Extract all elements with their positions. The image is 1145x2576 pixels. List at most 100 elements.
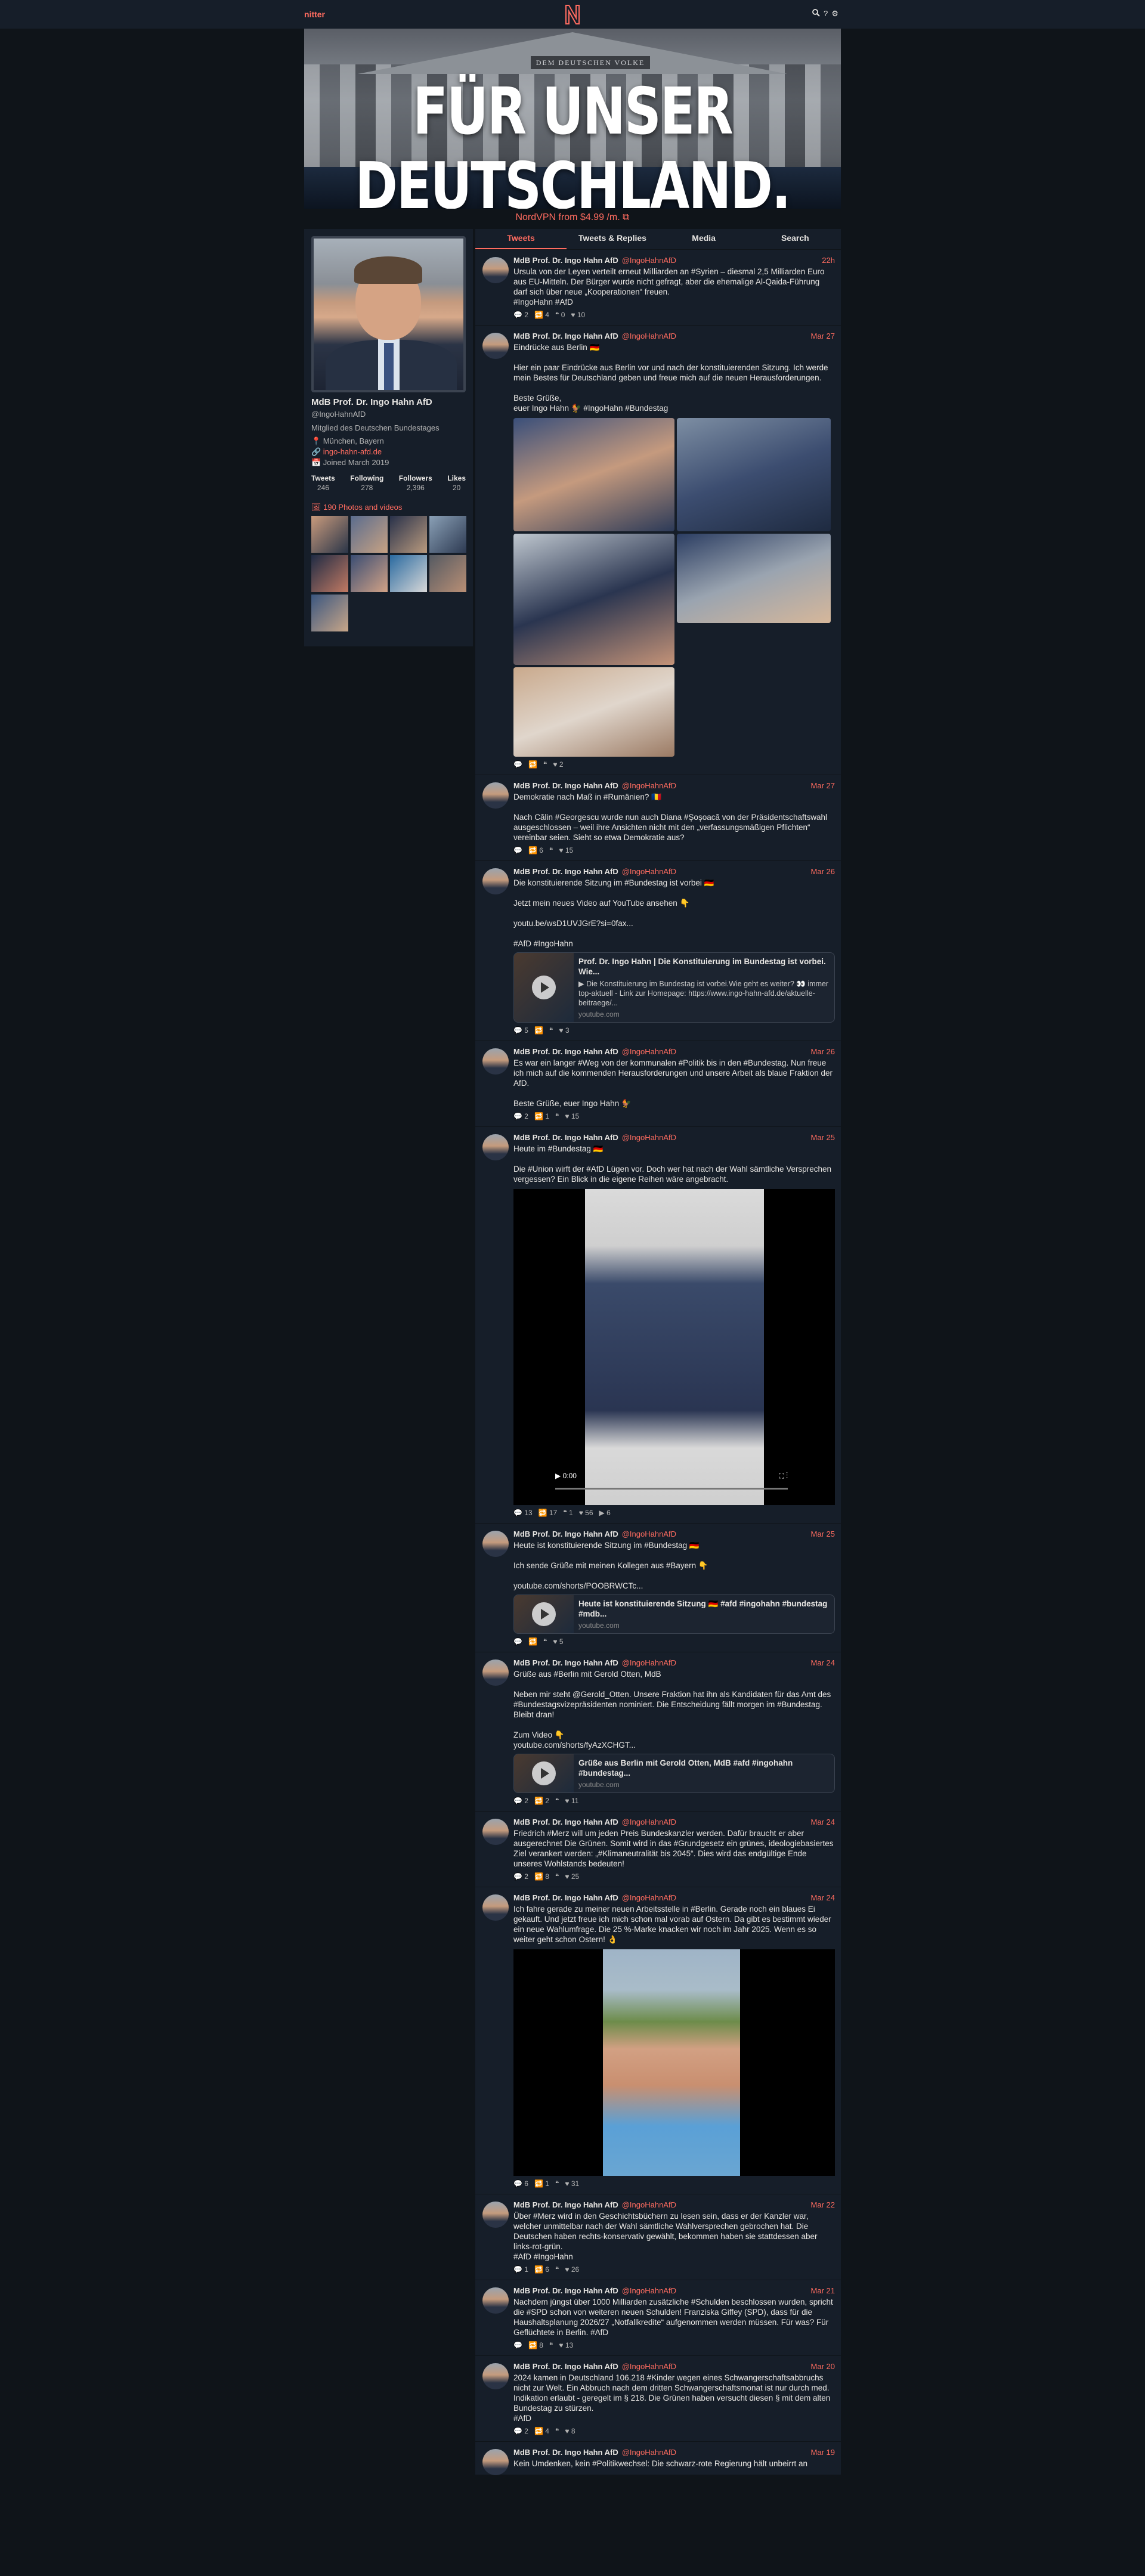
tweet-image[interactable]: [513, 667, 674, 757]
tweet-stat[interactable]: ❝: [543, 1637, 547, 1646]
tweet-stat[interactable]: 💬 1: [513, 2265, 528, 2274]
tweet-stat[interactable]: ❝: [555, 1112, 559, 1120]
tweet-stat[interactable]: ❝ 1: [563, 1509, 572, 1517]
tweet-image[interactable]: [513, 418, 674, 531]
tweet-stat[interactable]: ♥ 25: [565, 1872, 579, 1881]
tweet-stat[interactable]: ❝: [549, 846, 553, 854]
tweet[interactable]: MdB Prof. Dr. Ingo Hahn AfD @IngoHahnAfD M…: [475, 2280, 841, 2355]
tweet-stat[interactable]: ❝: [555, 1797, 559, 1805]
tweet-stat[interactable]: 🔁 1: [534, 1112, 549, 1120]
tweet-stat[interactable]: 🔁: [528, 760, 537, 769]
stat-following[interactable]: Following 278: [350, 474, 383, 492]
tweet-stat[interactable]: 💬: [513, 760, 522, 769]
tweet-stat[interactable]: 🔁 8: [534, 1872, 549, 1881]
media-thumb[interactable]: [390, 516, 427, 553]
tweet-stat[interactable]: 🔁 1: [534, 2179, 549, 2188]
tweet-date[interactable]: Mar 24: [811, 1658, 835, 1668]
play-icon[interactable]: [532, 1602, 556, 1626]
media-thumb[interactable]: [311, 595, 348, 631]
photos-videos-link[interactable]: 🖼 190 Photos and videos: [311, 503, 466, 512]
tweet-stat[interactable]: 🔁 6: [528, 846, 543, 854]
tweet-date[interactable]: Mar 20: [811, 2362, 835, 2371]
stat-tweets[interactable]: Tweets 246: [311, 474, 335, 492]
tweet-stat[interactable]: 💬 2: [513, 1872, 528, 1881]
play-icon[interactable]: [532, 976, 556, 999]
tweet-stat[interactable]: 💬 13: [513, 1509, 533, 1517]
tweet-stat[interactable]: ♥ 26: [565, 2265, 579, 2274]
play-icon[interactable]: ▶: [555, 1472, 563, 1480]
tweet-stat[interactable]: ♥ 11: [565, 1797, 578, 1805]
stat-likes[interactable]: Likes 20: [447, 474, 466, 492]
tweet-stat[interactable]: ♥ 15: [565, 1112, 579, 1120]
tweet-stat[interactable]: 🔁 2: [534, 1797, 549, 1805]
tweet-avatar[interactable]: [482, 1819, 509, 1845]
media-thumb[interactable]: [390, 555, 427, 592]
profile-website[interactable]: 🔗 ingo-hahn-afd.de: [311, 447, 466, 457]
tweet-avatar[interactable]: [482, 333, 509, 359]
tweet-fullname[interactable]: MdB Prof. Dr. Ingo Hahn AfD: [513, 2362, 618, 2371]
card-title[interactable]: Grüße aus Berlin mit Gerold Otten, MdB #…: [578, 1758, 830, 1778]
profile-avatar[interactable]: [311, 236, 466, 392]
help-icon[interactable]: ?: [824, 9, 828, 18]
media-thumb[interactable]: [311, 555, 348, 592]
nitter-logo-icon[interactable]: [563, 4, 582, 25]
tweet-fullname[interactable]: MdB Prof. Dr. Ingo Hahn AfD: [513, 781, 618, 791]
tweet-stat[interactable]: ▶ 6: [599, 1509, 611, 1517]
tweet-stat[interactable]: 💬: [513, 846, 522, 854]
tweet-date[interactable]: Mar 19: [811, 2448, 835, 2457]
tweet-avatar[interactable]: [482, 1048, 509, 1075]
tweet[interactable]: MdB Prof. Dr. Ingo Hahn AfD @IngoHahnAfD M…: [475, 1523, 841, 1652]
tweet-stat[interactable]: ♥ 15: [559, 846, 573, 854]
tweet[interactable]: MdB Prof. Dr. Ingo Hahn AfD @IngoHahnAfD M…: [475, 1652, 841, 1811]
tweet-stat[interactable]: ❝ 0: [555, 311, 565, 319]
tweet-username[interactable]: @IngoHahnAfD: [622, 2286, 676, 2296]
tweet-fullname[interactable]: MdB Prof. Dr. Ingo Hahn AfD: [513, 1818, 618, 1827]
tweet-image[interactable]: [677, 534, 831, 623]
card-title[interactable]: Heute ist konstituierende Sitzung 🇩🇪 #af…: [578, 1599, 830, 1619]
link-card[interactable]: Prof. Dr. Ingo Hahn | Die Konstituierung…: [513, 952, 835, 1023]
tweet-stat[interactable]: ♥ 13: [559, 2341, 573, 2349]
tweet-fullname[interactable]: MdB Prof. Dr. Ingo Hahn AfD: [513, 332, 618, 341]
card-thumbnail[interactable]: [514, 1595, 574, 1633]
tweet-username[interactable]: @IngoHahnAfD: [622, 1530, 676, 1539]
link-card[interactable]: Grüße aus Berlin mit Gerold Otten, MdB #…: [513, 1754, 835, 1793]
tweet-avatar[interactable]: [482, 1659, 509, 1686]
tweet-fullname[interactable]: MdB Prof. Dr. Ingo Hahn AfD: [513, 2200, 618, 2210]
tweet-username[interactable]: @IngoHahnAfD: [622, 1047, 676, 1057]
promo-link[interactable]: NordVPN from $4.99 /m. ⧉: [304, 210, 841, 225]
tweet-username[interactable]: @IngoHahnAfD: [622, 2362, 676, 2371]
media-thumb[interactable]: [351, 516, 388, 553]
tweet[interactable]: MdB Prof. Dr. Ingo Hahn AfD @IngoHahnAfD M…: [475, 1887, 841, 2194]
tweet-stat[interactable]: 🔁 6: [534, 2265, 549, 2274]
media-thumb[interactable]: [311, 516, 348, 553]
tweet-date[interactable]: Mar 24: [811, 1818, 835, 1827]
tweet[interactable]: MdB Prof. Dr. Ingo Hahn AfD @IngoHahnAfD M…: [475, 1811, 841, 1887]
tweet-stat[interactable]: ♥ 3: [559, 1026, 569, 1035]
tweet-fullname[interactable]: MdB Prof. Dr. Ingo Hahn AfD: [513, 1530, 618, 1539]
tweet-stat[interactable]: ❝: [549, 1026, 553, 1035]
tweet-username[interactable]: @IngoHahnAfD: [622, 1818, 676, 1827]
tweet-stat[interactable]: 💬 2: [513, 1797, 528, 1805]
tweet-stat[interactable]: ♥ 31: [565, 2179, 579, 2188]
tweet-stat[interactable]: ♥ 10: [571, 311, 585, 319]
profile-banner[interactable]: DEM DEUTSCHEN VOLKE FÜR UNSER DEUTSCHLAN…: [304, 29, 841, 209]
tweet[interactable]: MdB Prof. Dr. Ingo Hahn AfD @IngoHahnAfD M…: [475, 1126, 841, 1523]
tweet-date[interactable]: Mar 25: [811, 1133, 835, 1143]
tweet-stat[interactable]: 🔁 4: [534, 311, 549, 319]
video-controls[interactable]: ▶ 0:00 ⛶ ⋮: [555, 1472, 788, 1492]
fullscreen-icon[interactable]: ⛶ ⋮: [779, 1472, 788, 1481]
tweet-date[interactable]: Mar 27: [811, 781, 835, 791]
tweet[interactable]: MdB Prof. Dr. Ingo Hahn AfD @IngoHahnAfD M…: [475, 2441, 841, 2475]
tweet-avatar[interactable]: [482, 1894, 509, 1921]
tab-tweets[interactable]: Tweets: [475, 229, 567, 249]
tweet-stat[interactable]: ❝: [549, 2341, 553, 2349]
tweet-stat[interactable]: ❝: [543, 760, 547, 769]
tweet-avatar[interactable]: [482, 2287, 509, 2314]
stat-followers[interactable]: Followers 2,396: [399, 474, 432, 492]
tweet-username[interactable]: @IngoHahnAfD: [622, 332, 676, 341]
tweet-avatar[interactable]: [482, 257, 509, 283]
play-icon[interactable]: [532, 1761, 556, 1785]
tweet-stat[interactable]: ❝: [555, 2265, 559, 2274]
tweet-avatar[interactable]: [482, 2363, 509, 2389]
settings-icon[interactable]: ⚙: [831, 9, 838, 18]
